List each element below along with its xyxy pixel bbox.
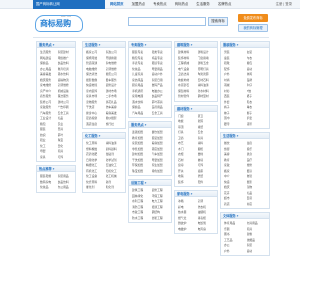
category-link[interactable]: 装饰 bbox=[178, 180, 196, 186]
panel-list: 冰箱 空调 彩电 洗衣机 热水器 油烟机 燃气灶 消毒柜 微波炉 电饭煲 电磁炉 电风扇 bbox=[175, 197, 217, 233]
category-link[interactable]: 智能工程 bbox=[152, 216, 170, 222]
nav-link[interactable]: 专卖热点 bbox=[153, 0, 167, 9]
nav-link-home[interactable]: 网站首页 bbox=[110, 0, 124, 9]
nav-link[interactable]: 商标热点 bbox=[175, 0, 189, 9]
category-link[interactable]: 乳化剂 bbox=[106, 185, 124, 191]
panel-list: 餐饮 住宿 旅游 娱乐 美容 健身 教育 医疗 家政 维修 搬家 租赁 中介 物流 快递 摄影 婚庆 宠物 花卉 礼品… bbox=[221, 139, 269, 208]
category-panel: 专卖服务 » 服装专卖 鞋类专卖 箱包专卖 饰品专卖 手表专卖 眼镜专卖 化妆品 母婴用品 儿童玩… bbox=[128, 41, 172, 118]
category-link[interactable]: 酒店住宿 bbox=[86, 122, 104, 128]
category-link[interactable]: 钢材型材 bbox=[198, 94, 216, 100]
column-5: 服装服务 » 男装 女装 童装 内衣 鞋靴 箱包 配饰 运动 户外 休闲 时尚 品牌 羽绒 牛仔 衬衫 T恤 西装… bbox=[220, 41, 270, 259]
category-link[interactable]: 旅行社 bbox=[106, 122, 124, 128]
category-link[interactable]: 电风扇 bbox=[198, 227, 216, 233]
panel-list: 建筑材料 建筑设计 装饰材料 门窗幕墙 工程机械 建筑五金 电气设备 照明灯具 卫浴洁具 陶瓷瓷砖… bbox=[175, 48, 217, 101]
header-divider bbox=[33, 37, 269, 38]
category-link[interactable]: 汽车用品 bbox=[132, 111, 150, 117]
category-link[interactable]: 五金工具 bbox=[152, 111, 170, 117]
category-panel: 服务热点 » 生活服务 家居建材 网站建设 网络推广 保健品 食品饮料 办公用品 教育培训 美容美… bbox=[36, 41, 76, 162]
category-link[interactable]: 书店 bbox=[247, 202, 268, 208]
category-panel: 热点推荐 » 服装鞋帽 家居用品 数码家电 食品饮料 化妆品 办公用品 bbox=[36, 165, 76, 193]
panel-list: 门窗 厨卫 地板 瓷砖 吊顶 墙纸 灯具 五金 卫浴 家具 布艺 涂料 木门 橱柜 衣柜 楼梯 石材 玻璃 窗帘 灯饰… bbox=[175, 112, 217, 187]
category-panel: 建材服务 » 门窗 厨卫 地板 瓷砖 吊顶 墙纸 灯具 五金 卫浴 家具 布艺 涂料 木门 橱柜 衣柜 楼梯 石材… bbox=[174, 104, 218, 187]
category-panel: 生活服务 » 餐饮 住宿 旅游 娱乐 美容 健身 教育 医疗 家政 维修 搬家 租赁 中介 物流 快递 摄影 婚庆… bbox=[220, 132, 270, 209]
manage-button[interactable]: 我的商标管理 bbox=[238, 24, 268, 32]
publish-button[interactable]: 免费发布商标 bbox=[238, 14, 268, 22]
panel-list: 搬家公司 家政公司 保姆月嫂 开锁换锁 管道疏通 家电维修 电脑维修 空调维修 保洁清洗 婚庆公司… bbox=[83, 48, 125, 128]
category-menu-button[interactable]: 国产商标转让网 bbox=[33, 0, 105, 9]
top-bar: 国产商标转让网 网站首页 加盟热点 专卖热点 商标热点 生活服务 名牌热点 注册… bbox=[0, 0, 300, 9]
column-2: 生活服务 » 搬家公司 家政公司 保姆月嫂 开锁换锁 管道疏通 家电维修 电脑维修 空调维修 保洁… bbox=[82, 41, 126, 196]
category-link[interactable]: 药店 bbox=[224, 202, 245, 208]
category-link[interactable]: 化妆品 bbox=[40, 185, 56, 191]
category-link[interactable]: 管材管件 bbox=[178, 94, 196, 100]
panel-list: 连锁加盟 餐饮加盟 教育加盟 服装加盟 家居加盟 美容加盟 零售加盟 酒店加盟 建材加盟 汽车加盟… bbox=[129, 128, 171, 175]
column-4: 建筑服务 » 建筑材料 建筑设计 装饰材料 门窗幕墙 工程机械 建筑五金 电气设备 照明灯具 卫浴… bbox=[174, 41, 218, 237]
nav-link[interactable]: 名牌热点 bbox=[218, 0, 232, 9]
category-panel: 设施工程 » 建筑工程 装修工程 园林绿化 环保工程 水利工程 电力工程 消防工程 暖通工程 市政… bbox=[128, 179, 172, 223]
category-link[interactable]: 催化剂 bbox=[86, 185, 104, 191]
category-panel: 服务热点 » 连锁加盟 餐饮加盟 教育加盟 服装加盟 家居加盟 美容加盟 零售加盟 酒店加盟 建材… bbox=[128, 121, 172, 176]
category-link[interactable]: 电磁炉 bbox=[178, 227, 196, 233]
logo-text: 商标易购 bbox=[40, 19, 71, 28]
panel-list: 服装鞋帽 家居用品 数码家电 食品饮料 化妆品 办公用品 bbox=[37, 172, 75, 192]
panel-list: 化工原料 涂料油漆 塑料橡胶 染料颜料 农药化肥 胶粘剂 日用化学 化学试剂 精细化工 石油化工有… bbox=[83, 139, 125, 192]
panel-list: 男装 女装 童装 内衣 鞋靴 箱包 配饰 运动 户外 休闲 时尚 品牌 羽绒 牛仔 衬衫 T恤 西装 裙子 外套 毛衣… bbox=[221, 48, 269, 128]
category-link[interactable]: 珠宝加盟 bbox=[132, 169, 150, 175]
top-nav: 网站首页 加盟热点 专卖热点 商标热点 生活服务 名牌热点 bbox=[110, 0, 231, 9]
category-link[interactable]: 办公用品 bbox=[58, 185, 74, 191]
logo-subtitle: www.*.com bbox=[61, 16, 71, 18]
category-panel: 家电服务 » 冰箱 空调 彩电 洗衣机 热水器 油烟机 燃气灶 消毒柜 微波炉 电饭煲 电磁炉 电风扇 bbox=[174, 190, 218, 234]
site-logo[interactable]: 商标易购 www.*.com bbox=[35, 12, 85, 34]
category-panel: 化工服务 » 化工原料 涂料油漆 塑料橡胶 染料颜料 农药化肥 胶粘剂 日用化学 化学试剂 精细化… bbox=[82, 132, 126, 193]
category-link[interactable]: 运动 bbox=[247, 249, 268, 255]
category-panel: 生活服务 » 搬家公司 家政公司 保姆月嫂 开锁换锁 管道疏通 家电维修 电脑维修 空调维修 保洁… bbox=[82, 41, 126, 129]
category-link[interactable]: 配件 bbox=[198, 180, 216, 186]
category-panel: 建筑服务 » 建筑材料 建筑设计 装饰材料 门窗幕墙 工程机械 建筑五金 电气设备 照明灯具 卫浴… bbox=[174, 41, 218, 102]
nav-link[interactable]: 生活服务 bbox=[196, 0, 210, 9]
category-link[interactable]: 灯饰 bbox=[58, 155, 74, 161]
category-panel: 服装服务 » 男装 女装 童装 内衣 鞋靴 箱包 配饰 运动 户外 休闲 时尚 品牌 羽绒 牛仔 衬衫 T恤 西装… bbox=[220, 41, 270, 129]
search-input[interactable] bbox=[128, 17, 206, 26]
category-panel: 文体服务 » 体育用品 文具用品 乐器 玩具 图书 音像 工艺品 收藏品 办公 家居 户外 运动 bbox=[220, 212, 270, 256]
panel-list: 生活服务 家居建材 网站建设 网络推广 保健品 食品饮料 办公用品 教育培训 美容美发 酒水饮料婚… bbox=[37, 48, 75, 161]
category-link[interactable]: 户外 bbox=[224, 249, 245, 255]
category-link[interactable]: 特色加盟 bbox=[152, 169, 170, 175]
panel-list: 服装专卖 鞋类专卖 箱包专卖 饰品专卖 手表专卖 眼镜专卖 化妆品 母婴用品 儿童玩具 运动户外家… bbox=[129, 48, 171, 117]
category-link[interactable]: 领带 bbox=[247, 122, 268, 128]
category-link[interactable]: 腰带 bbox=[224, 122, 245, 128]
panel-list: 建筑工程 装修工程 园林绿化 环保工程 水利工程 电力工程 消防工程 暖通工程 市政工程 钢结构防… bbox=[129, 186, 171, 222]
panel-list: 体育用品 文具用品 乐器 玩具 图书 音像 工艺品 收藏品 办公 家居 户外 运动 bbox=[221, 219, 269, 255]
category-link[interactable]: 防水工程 bbox=[132, 216, 150, 222]
auth-links[interactable]: 注册 | 登录 bbox=[276, 0, 292, 9]
category-link[interactable]: 家具 bbox=[40, 155, 56, 161]
column-3: 专卖服务 » 服装专卖 鞋类专卖 箱包专卖 饰品专卖 手表专卖 眼镜专卖 化妆品 母婴用品 儿童玩… bbox=[128, 41, 172, 226]
nav-link[interactable]: 加盟热点 bbox=[132, 0, 146, 9]
column-1: 服务热点 » 生活服务 家居建材 网站建设 网络推广 保健品 食品饮料 办公用品 教育培训 美容美… bbox=[36, 41, 76, 196]
search-button[interactable]: 搜索商标 bbox=[208, 17, 228, 26]
